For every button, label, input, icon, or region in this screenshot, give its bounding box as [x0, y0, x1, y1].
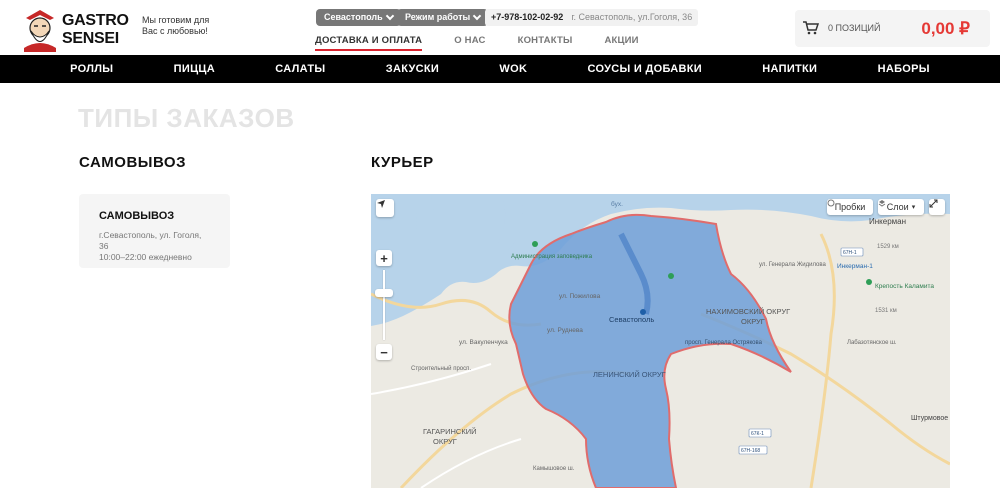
- category-snacks[interactable]: ЗАКУСКИ: [386, 63, 439, 75]
- map-label-kamyshovoe: Камышовое ш.: [533, 466, 575, 472]
- pickup-heading: САМОВЫВОЗ: [79, 154, 186, 171]
- category-pizza[interactable]: ПИЦЦА: [174, 63, 215, 75]
- map-label-bay: бух.: [611, 200, 623, 208]
- map-label-shturmovoe: Штурмовое: [911, 415, 948, 422]
- map-label-pozhilova: ул. Пожилова: [559, 293, 601, 300]
- fullscreen-button[interactable]: [929, 199, 945, 215]
- map-label-stroitelny: Строительный просп.: [411, 365, 471, 372]
- map-label-gen-zhidilova: ул. Генерала Жидилова: [759, 262, 826, 268]
- sensei-mascot-icon: [24, 10, 56, 52]
- map-pin-kalamita: [866, 279, 872, 285]
- contact-info: +7-978-102-02-92 г. Севастополь, ул.Гого…: [485, 9, 699, 26]
- map-label-km1531: 1531 км: [875, 308, 897, 314]
- shopping-cart-icon: [803, 21, 819, 35]
- location-arrow-icon: [377, 200, 385, 208]
- map-pin-admin: [532, 241, 538, 247]
- map-label-sevastopol: Севастополь: [609, 315, 654, 324]
- map-label-gagarin-2: ОКРУГ: [433, 437, 457, 446]
- cart-total: 0,00 ₽: [921, 19, 970, 38]
- topnav-about[interactable]: О НАС: [454, 35, 485, 51]
- pickup-location-card[interactable]: САМОВЫВОЗ г.Севастополь, ул. Гоголя, 36 …: [79, 194, 230, 268]
- map-label-inkerman1: Инкерман-1: [837, 263, 873, 270]
- pickup-hours: 10:00–22:00 ежедневно: [99, 252, 192, 262]
- cart-item-count: 0 ПОЗИЦИЙ: [828, 23, 881, 33]
- map-label-km1529: 1529 км: [877, 244, 899, 250]
- map-label-inkerman: Инкерман: [869, 217, 906, 226]
- layers-label: Слои: [886, 202, 909, 212]
- traffic-toggle[interactable]: Пробки: [827, 199, 873, 215]
- brand-line2: SENSEI: [62, 30, 119, 47]
- pickup-address: г.Севастополь, ул. Гоголя, 36: [99, 230, 202, 251]
- map-label-kalamita: Крепость Каламита: [875, 283, 934, 290]
- topnav-delivery[interactable]: ДОСТАВКА И ОПЛАТА: [315, 35, 423, 51]
- header-address: г. Севастополь, ул.Гоголя, 36: [571, 12, 693, 22]
- map-road-67n1: 67Н-1: [843, 250, 857, 256]
- brand-tagline: Мы готовим для Вас с любовью!: [142, 15, 210, 36]
- category-rolls[interactable]: РОЛЛЫ: [70, 63, 113, 75]
- map-road-67n168: 67Н-168: [741, 448, 760, 454]
- layers-dropdown[interactable]: Слои ▾: [878, 199, 924, 215]
- brand-logo[interactable]: GASTRO SENSEI: [20, 8, 129, 52]
- courier-heading: КУРЬЕР: [371, 154, 434, 171]
- map-label-nakhimov: НАХИМОВСКИЙ ОКРУГ: [706, 307, 790, 316]
- category-wok[interactable]: WOK: [499, 63, 527, 75]
- map-label-nakhimov-2: ОКРУГ: [741, 317, 765, 326]
- main-content: ТИПЫ ЗАКАЗОВ САМОВЫВОЗ КУРЬЕР САМОВЫВОЗ …: [0, 83, 1000, 488]
- chevron-down-icon: [385, 11, 394, 21]
- category-navigation: РОЛЛЫ ПИЦЦА САЛАТЫ ЗАКУСКИ WOK СОУСЫ И Д…: [0, 55, 1000, 83]
- zoom-out-button[interactable]: −: [376, 344, 392, 360]
- topnav-contacts[interactable]: КОНТАКТЫ: [518, 35, 573, 51]
- map-label-vakulenchuka: ул. Вакуленчука: [459, 339, 508, 346]
- chevron-down-icon: [472, 11, 482, 21]
- traffic-label: Пробки: [834, 202, 866, 212]
- map-label-gagarin: ГАГАРИНСКИЙ: [423, 427, 477, 436]
- zoom-slider-track[interactable]: [383, 270, 385, 340]
- map-road-67k1: 67К-1: [751, 431, 764, 437]
- zoom-slider-handle[interactable]: [375, 289, 393, 297]
- geolocation-button[interactable]: [376, 199, 394, 217]
- phone-number[interactable]: +7-978-102-02-92: [491, 9, 563, 26]
- top-navigation: ДОСТАВКА И ОПЛАТА О НАС КОНТАКТЫ АКЦИИ: [315, 35, 639, 51]
- category-salads[interactable]: САЛАТЫ: [275, 63, 325, 75]
- city-selector[interactable]: Севастополь: [316, 9, 401, 26]
- category-sauces[interactable]: СОУСЫ И ДОБАВКИ: [588, 63, 702, 75]
- category-sets[interactable]: НАБОРЫ: [878, 63, 930, 75]
- brand-line1: GASTRO: [62, 12, 129, 29]
- map-label-rudneva: ул. Руднева: [547, 327, 583, 334]
- map-label-ostryakova: просп. Генерала Острякова: [685, 340, 763, 346]
- city-selector-label: Севастополь: [324, 12, 383, 22]
- topnav-promotions[interactable]: АКЦИИ: [604, 35, 638, 51]
- delivery-zone-map[interactable]: НАХИМОВСКИЙ ОКРУГ ОКРУГ ЛЕНИНСКИЙ ОКРУГ …: [371, 194, 950, 488]
- map-canvas: НАХИМОВСКИЙ ОКРУГ ОКРУГ ЛЕНИНСКИЙ ОКРУГ …: [371, 194, 950, 488]
- map-label-lenin: ЛЕНИНСКИЙ ОКРУГ: [593, 370, 666, 379]
- brand-name: GASTRO SENSEI: [62, 12, 129, 48]
- category-drinks[interactable]: НАПИТКИ: [762, 63, 817, 75]
- expand-icon: [929, 199, 938, 208]
- pickup-card-title: САМОВЫВОЗ: [99, 210, 175, 222]
- page-title: ТИПЫ ЗАКАЗОВ: [78, 103, 295, 133]
- work-mode-dropdown[interactable]: Режим работы: [397, 9, 489, 26]
- layers-icon: [878, 200, 886, 207]
- map-label-admin: Администрация заповедника: [511, 254, 593, 260]
- zoom-in-button[interactable]: +: [376, 250, 392, 266]
- map-pin-park: [668, 273, 674, 279]
- site-header: GASTRO SENSEI Мы готовим для Вас с любов…: [0, 0, 1000, 55]
- cart-widget[interactable]: 0 ПОЗИЦИЙ 0,00 ₽: [795, 10, 990, 47]
- work-mode-label: Режим работы: [405, 12, 471, 22]
- chevron-down-icon: ▾: [911, 204, 916, 211]
- traffic-light-icon: [827, 199, 835, 207]
- map-label-labaz: Лабазотянское ш.: [847, 340, 897, 346]
